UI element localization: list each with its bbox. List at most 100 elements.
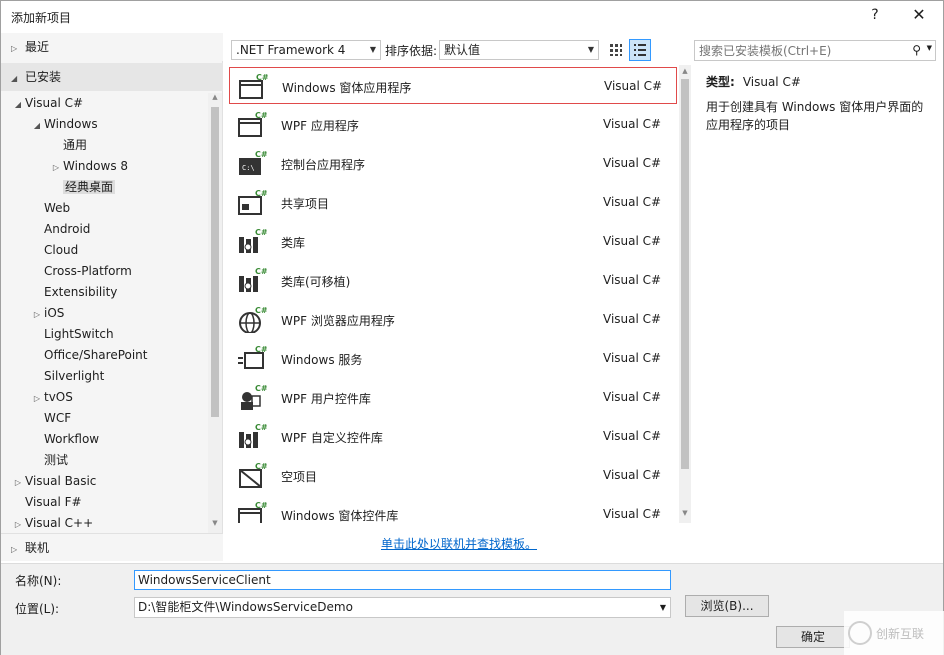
search-input[interactable] [695, 41, 905, 60]
grid-view-button[interactable] [605, 39, 627, 61]
svg-text:C#: C# [255, 111, 267, 120]
template-name: Windows 服务 [281, 353, 363, 367]
template-language: Visual C# [603, 351, 662, 365]
section-installed[interactable]: ◢ 已安装 [1, 63, 223, 91]
ok-button[interactable]: 确定 [776, 626, 850, 648]
template-item[interactable]: C# Windows 窗体应用程序 Visual C# [229, 67, 677, 104]
tree-item[interactable]: Visual F# [11, 492, 82, 513]
template-language: Visual C# [603, 429, 662, 443]
tree-item[interactable]: ▷ tvOS [30, 387, 73, 408]
template-list: C# Windows 窗体应用程序 Visual C# C# WPF 应用程序 Visua… [227, 65, 679, 523]
template-item[interactable]: C# WPF 浏览器应用程序 Visual C# [229, 301, 677, 338]
svg-text:C#: C# [255, 267, 267, 276]
template-name: WPF 自定义控件库 [281, 431, 383, 445]
watermark-text: 创新互联 [876, 627, 925, 641]
tree-item[interactable]: Workflow [30, 429, 99, 450]
tree-item[interactable]: 测试 [30, 450, 68, 471]
close-button[interactable]: ✕ [907, 5, 931, 24]
tree-item[interactable]: Silverlight [30, 366, 104, 387]
tree-item[interactable]: Office/SharePoint [30, 345, 148, 366]
tree-item[interactable]: ◢ Visual C# [11, 93, 83, 114]
scrollbar-thumb[interactable] [211, 107, 219, 417]
tree-item-label: Windows 8 [63, 159, 129, 173]
template-name: 类库(可移植) [281, 275, 351, 289]
tree-item[interactable]: Cross-Platform [30, 261, 132, 282]
tree-item-label: Visual C# [25, 96, 84, 110]
description-text: 用于创建具有 Windows 窗体用户界面的应用程序的项目 [706, 100, 924, 132]
template-name: 空项目 [281, 470, 318, 484]
tree-item[interactable]: Extensibility [30, 282, 117, 303]
chevron-down-icon[interactable]: ◢ [30, 115, 44, 136]
tree-item-label: WCF [44, 411, 72, 425]
sort-select[interactable]: 默认值 ▼ [439, 40, 599, 60]
chevron-right-icon[interactable]: ▷ [30, 388, 44, 409]
tree-item[interactable]: 通用 [49, 135, 87, 156]
template-item[interactable]: C# WPF 用户控件库 Visual C# [229, 379, 677, 416]
tree-item[interactable]: WCF [30, 408, 71, 429]
list-view-button[interactable] [629, 39, 651, 61]
template-item[interactable]: C# Windows 服务 Visual C# [229, 340, 677, 377]
tree-item[interactable]: ▷ Visual C++ [11, 513, 93, 533]
sort-label: 排序依据: [385, 44, 438, 58]
tree-item[interactable]: LightSwitch [30, 324, 114, 345]
section-online[interactable]: ▷ 联机 [1, 533, 223, 561]
tree-item[interactable]: Android [30, 219, 90, 240]
location-select[interactable]: D:\智能柜文件\WindowsServiceDemo ▼ [134, 597, 671, 618]
chevron-down-icon: ▼ [369, 45, 376, 54]
chevron-down-icon[interactable]: ▼ [927, 44, 932, 52]
template-item[interactable]: C:\ C# 控制台应用程序 Visual C# [229, 145, 677, 182]
scroll-up-icon[interactable]: ▲ [208, 93, 222, 105]
browse-button[interactable]: 浏览(B)... [685, 595, 769, 617]
template-item[interactable]: C# 共享项目 Visual C# [229, 184, 677, 221]
template-item[interactable]: C# 类库(可移植) Visual C# [229, 262, 677, 299]
tree-item[interactable]: ▷ iOS [30, 303, 64, 324]
template-item[interactable]: C# 空项目 Visual C# [229, 457, 677, 494]
name-field[interactable]: WindowsServiceClient [134, 570, 671, 590]
windows-service-icon: C# [237, 344, 268, 372]
scrollbar-thumb[interactable] [681, 79, 689, 469]
tree-item-label: Visual F# [25, 495, 82, 509]
add-new-item-dialog: 添加新项目 ? ✕ ▷ 最近 ◢ 已安装 ◢ Visual C# ◢ Windows 通用 ▷… [0, 0, 944, 655]
chevron-right-icon[interactable]: ▷ [49, 157, 63, 178]
wpf-browser-app-icon: C# [237, 305, 268, 334]
tree-scrollbar[interactable]: ▲ ▼ [208, 93, 222, 533]
tree-item[interactable]: Cloud [30, 240, 78, 261]
class-library-icon: C# [237, 227, 268, 255]
help-button[interactable]: ? [863, 7, 887, 23]
title-bar: 添加新项目 ? ✕ [1, 1, 943, 33]
chevron-right-icon[interactable]: ▷ [30, 304, 44, 325]
template-item[interactable]: C# WPF 自定义控件库 Visual C# [229, 418, 677, 455]
tree-item-label: tvOS [44, 390, 73, 404]
search-icon[interactable]: ⚲ [912, 43, 921, 57]
dialog-title: 添加新项目 [11, 11, 72, 25]
chevron-right-icon[interactable]: ▷ [11, 472, 25, 493]
find-online-templates-link[interactable]: 单击此处以联机并查找模板。 [381, 535, 537, 552]
scroll-down-icon[interactable]: ▼ [208, 519, 222, 531]
tree-item[interactable]: ▷ Windows 8 [49, 156, 128, 177]
scroll-up-icon[interactable]: ▲ [679, 67, 691, 75]
template-item[interactable]: C# 类库 Visual C# [229, 223, 677, 260]
template-item[interactable]: C# WPF 应用程序 Visual C# [229, 106, 677, 143]
section-recent[interactable]: ▷ 最近 [1, 33, 223, 61]
tree-item[interactable]: 经典桌面 [49, 177, 116, 198]
framework-select[interactable]: .NET Framework 4 ▼ [231, 40, 381, 60]
portable-library-icon: C# [237, 266, 268, 294]
tree-item[interactable]: Web [30, 198, 70, 219]
shared-project-icon: C# [237, 188, 268, 216]
chevron-right-icon[interactable]: ▷ [11, 514, 25, 533]
template-search[interactable]: ⚲ ▼ [694, 40, 936, 61]
section-online-label: 联机 [25, 541, 50, 555]
tree-item[interactable]: ◢ Windows [30, 114, 98, 135]
template-language: Visual C# [603, 156, 662, 170]
grid-view-icon [610, 44, 622, 56]
template-name: WPF 用户控件库 [281, 392, 371, 406]
tree-item[interactable]: ▷ Visual Basic [11, 471, 97, 493]
tree-item-label: Workflow [44, 432, 100, 446]
chevron-down-icon[interactable]: ◢ [11, 94, 25, 115]
category-pane: ▷ 最近 ◢ 已安装 ◢ Visual C# ◢ Windows 通用 ▷ Windows 8经… [1, 33, 223, 561]
template-item[interactable]: C# Windows 窗体控件库 Visual C# [229, 496, 677, 523]
scroll-down-icon[interactable]: ▼ [679, 509, 691, 517]
tree-item-label: Cross-Platform [44, 264, 132, 278]
template-list-scrollbar[interactable]: ▲ ▼ [679, 65, 691, 523]
tree-item-label: Silverlight [44, 369, 105, 383]
